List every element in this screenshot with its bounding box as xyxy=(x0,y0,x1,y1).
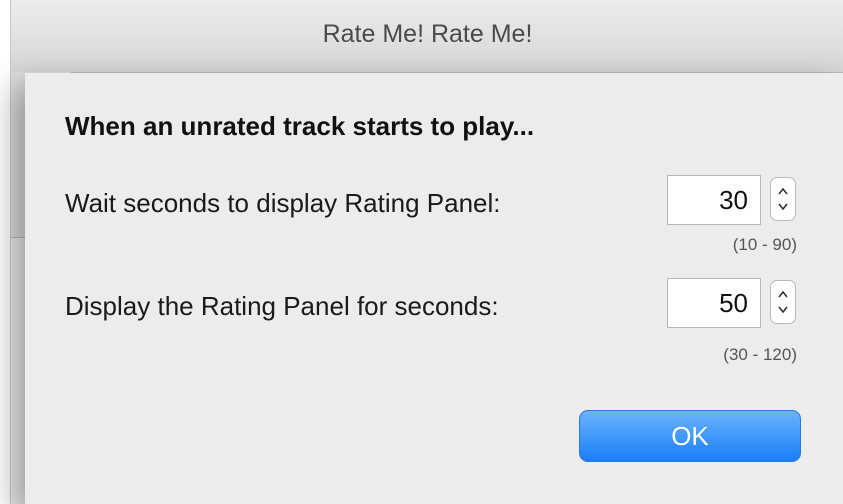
dialog-heading: When an unrated track starts to play... xyxy=(65,111,535,141)
settings-sheet: When an unrated track starts to play... … xyxy=(25,73,843,504)
wait-seconds-label: Wait seconds to display Rating Panel: xyxy=(65,188,501,218)
window-title: Rate Me! Rate Me! xyxy=(322,20,533,48)
display-seconds-range: (30 - 120) xyxy=(723,345,797,364)
up-down-arrows-icon xyxy=(778,187,788,211)
display-seconds-stepper[interactable] xyxy=(770,280,796,324)
display-seconds-label: Display the Rating Panel for seconds: xyxy=(65,291,499,321)
wait-seconds-field[interactable]: 30 xyxy=(667,175,761,225)
wait-seconds-range: (10 - 90) xyxy=(732,235,797,254)
title-bar[interactable]: Rate Me! Rate Me! xyxy=(11,0,843,73)
wait-seconds-stepper[interactable] xyxy=(770,177,796,221)
ok-button[interactable]: OK xyxy=(579,410,801,462)
display-seconds-field[interactable]: 50 xyxy=(667,278,761,328)
up-down-arrows-icon xyxy=(778,290,788,314)
